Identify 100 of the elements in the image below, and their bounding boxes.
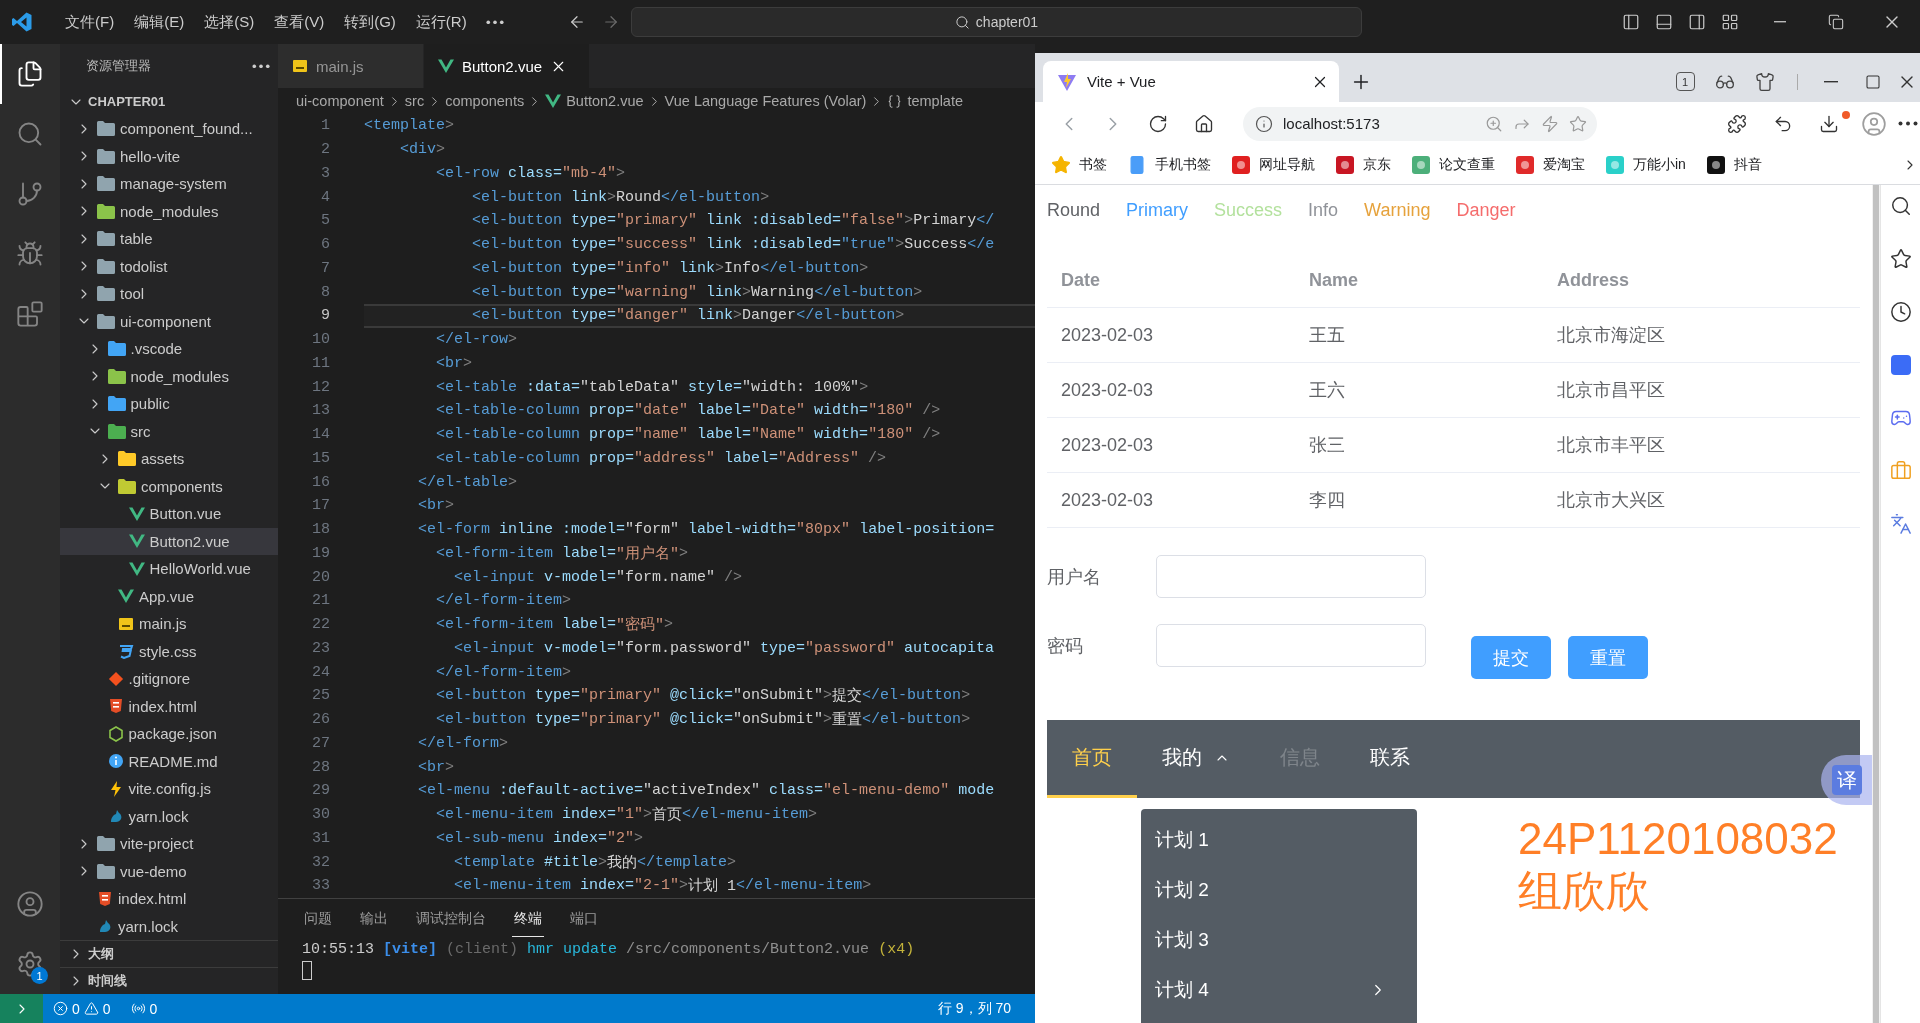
tree-item[interactable]: vite-project xyxy=(60,830,278,858)
breadcrumb-item[interactable]: template xyxy=(887,93,964,109)
code-line: <div> xyxy=(399,140,447,161)
tab-count-button[interactable]: 1 xyxy=(1665,65,1705,98)
zoom-icon xyxy=(1485,114,1503,133)
bookmark[interactable]: 网址导航 xyxy=(1231,154,1315,175)
tree-item[interactable]: vue-demo xyxy=(60,857,278,885)
more-icon xyxy=(485,19,504,25)
file-icon xyxy=(438,58,454,74)
browser-tab[interactable]: Vite + Vue xyxy=(1043,61,1339,102)
menu-item[interactable]: 首页 xyxy=(1047,720,1137,798)
menu-item[interactable]: 我的 xyxy=(1137,720,1255,798)
problems-button[interactable]: 0 0 xyxy=(43,1000,121,1017)
tree-item[interactable]: ui-component xyxy=(60,307,278,335)
column-header: Date xyxy=(1060,269,1101,291)
tree-item[interactable]: table xyxy=(60,225,278,253)
submenu-item[interactable]: 计划 3 xyxy=(1141,915,1417,965)
line-number: 3 xyxy=(320,164,330,182)
scrollbar-thumb[interactable] xyxy=(1873,185,1879,1023)
tree-item[interactable]: package.json xyxy=(60,720,278,748)
tree-item[interactable]: hello-vite xyxy=(60,142,278,170)
tree-item[interactable]: index.html xyxy=(60,692,278,720)
tree-item[interactable]: HelloWorld.vue xyxy=(60,555,278,583)
input-field[interactable] xyxy=(1156,555,1426,598)
line-number: 7 xyxy=(320,259,330,277)
panel-tab[interactable]: 调试控制台 xyxy=(414,901,488,937)
bookmark[interactable]: 京东 xyxy=(1335,154,1391,175)
tree-item[interactable]: Button2.vue xyxy=(60,527,278,555)
tree-item[interactable]: style.css xyxy=(60,637,278,665)
bookmark[interactable]: 爱淘宝 xyxy=(1515,154,1585,175)
tree-item[interactable]: src xyxy=(60,417,278,445)
tree-item[interactable]: todolist xyxy=(60,252,278,280)
panel-tab[interactable]: 问题 xyxy=(302,901,334,937)
broadcast-icon xyxy=(130,1001,146,1016)
line-number: 16 xyxy=(311,473,330,491)
tree-item[interactable]: component_found... xyxy=(60,115,278,143)
address-bar[interactable]: localhost:5173 xyxy=(1243,106,1597,141)
tree-item[interactable]: assets xyxy=(60,445,278,473)
breadcrumb-item[interactable]: components xyxy=(445,93,525,109)
tree-item[interactable]: index.html xyxy=(60,885,278,913)
tree-item[interactable]: main.js xyxy=(60,610,278,638)
command-center[interactable]: chapter01 xyxy=(631,7,1362,37)
tree-item[interactable]: components xyxy=(60,472,278,500)
translate-button[interactable]: 译 xyxy=(1821,755,1872,805)
file-icon xyxy=(97,918,113,935)
breadcrumb-item[interactable]: Vue Language Features (Volar) xyxy=(664,93,867,109)
breadcrumb-item[interactable]: ui-component xyxy=(296,93,384,109)
bookmark-icon xyxy=(1705,154,1726,175)
panel-tab[interactable]: 终端 xyxy=(512,901,544,937)
panel-tab[interactable]: 输出 xyxy=(358,901,390,937)
code-line: <el-button type="info" link>Info</el-button> xyxy=(471,258,870,279)
settings-icon xyxy=(16,950,44,978)
terminal-cursor xyxy=(302,961,312,980)
settings-button[interactable]: 1 xyxy=(0,934,60,994)
tree-item[interactable]: node_modules xyxy=(60,362,278,390)
line-number: 10 xyxy=(311,331,330,349)
submenu-item[interactable]: 计划 1 xyxy=(1141,815,1417,865)
panel-tab[interactable]: 端口 xyxy=(568,901,600,937)
cursor-position[interactable]: 行 9，列 70 xyxy=(927,999,1035,1018)
menu-item[interactable]: 运行(R) xyxy=(405,12,477,32)
tree-item[interactable]: yarn.lock xyxy=(60,912,278,940)
menu-item[interactable]: 查看(V) xyxy=(264,12,335,32)
folder-icon xyxy=(97,836,115,852)
menu-item[interactable]: 文件(F) xyxy=(55,12,125,32)
tree-item[interactable]: node_modules xyxy=(60,197,278,225)
bookmark[interactable]: 书签 xyxy=(1051,154,1107,175)
bookmark[interactable]: 抖音 xyxy=(1705,154,1762,175)
tree-item[interactable]: Button.vue xyxy=(60,500,278,528)
braces-icon xyxy=(887,93,903,109)
tree-item[interactable]: public xyxy=(60,390,278,418)
breadcrumb-item[interactable]: Button2.vue xyxy=(545,93,644,109)
tree-item[interactable]: tool xyxy=(60,280,278,308)
tree-item[interactable]: vite.config.js xyxy=(60,775,278,803)
bookmark[interactable]: 万能小in xyxy=(1605,154,1686,175)
link-button[interactable]: Round xyxy=(1047,199,1101,221)
tree-item[interactable]: .gitignore xyxy=(60,665,278,693)
tree-item[interactable]: App.vue xyxy=(60,582,278,610)
tree-item[interactable]: yarn.lock xyxy=(60,802,278,830)
code-line: <br> xyxy=(417,757,456,778)
ports-button[interactable]: 0 xyxy=(120,1000,168,1017)
menu-item[interactable]: 编辑(E) xyxy=(124,12,195,32)
tree-item[interactable]: manage-system xyxy=(60,170,278,198)
tree-item[interactable]: README.md xyxy=(60,747,278,775)
submenu-item[interactable]: 计划 4 xyxy=(1141,965,1417,1015)
more-icon[interactable] xyxy=(252,63,270,69)
editor-tab[interactable]: main.js xyxy=(278,44,424,88)
breadcrumb-item[interactable]: src xyxy=(404,93,425,109)
bookmark[interactable]: 手机书签 xyxy=(1127,154,1211,175)
editor-tab[interactable]: Button2.vue xyxy=(424,44,590,88)
input-field[interactable] xyxy=(1156,624,1426,667)
submenu-item[interactable]: 计划 2 xyxy=(1141,865,1417,915)
menu-item[interactable]: 转到(G) xyxy=(334,12,406,32)
menu-item[interactable]: 选择(S) xyxy=(194,12,265,32)
folder-icon xyxy=(118,451,136,467)
error-icon xyxy=(53,1001,68,1016)
tree-item[interactable]: .vscode xyxy=(60,335,278,363)
bookmark[interactable]: 论文查重 xyxy=(1411,154,1495,175)
menu-item[interactable]: 联系 xyxy=(1345,720,1435,798)
workspace-header[interactable]: CHAPTER01 xyxy=(60,88,278,115)
line-number: 20 xyxy=(311,568,330,586)
